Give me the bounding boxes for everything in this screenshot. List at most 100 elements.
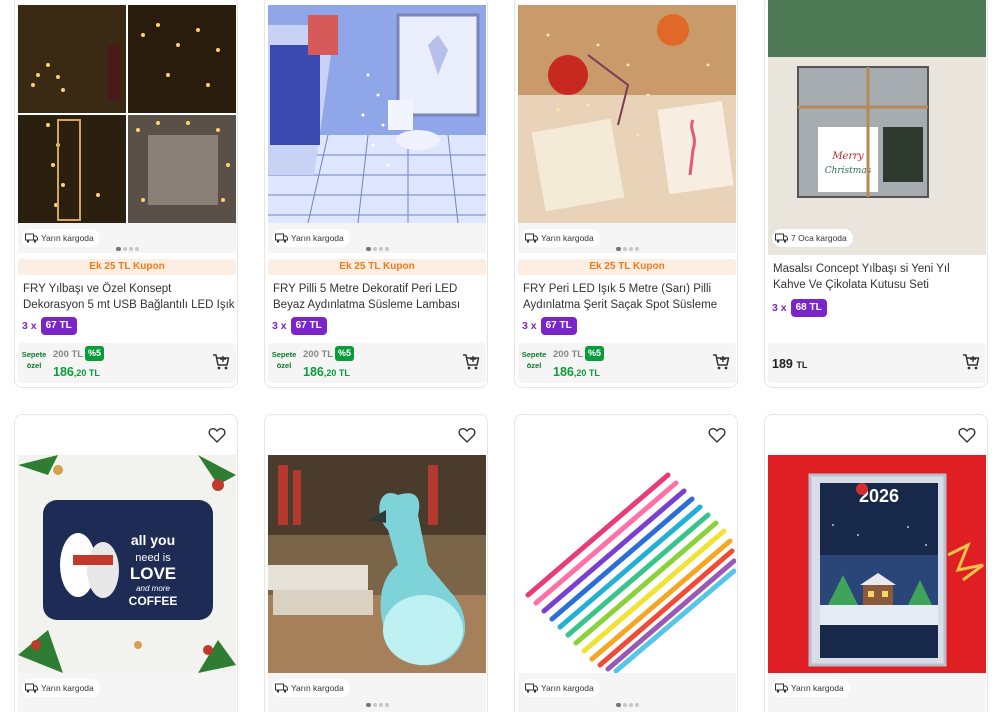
product-image[interactable] <box>518 5 736 223</box>
favorite-heart-icon[interactable] <box>707 425 727 445</box>
image-carousel-dots[interactable] <box>518 247 736 253</box>
installment-info: 3 x 67 TL <box>272 317 327 335</box>
cargo-strip: Yarın kargoda <box>268 223 486 253</box>
old-price: 200 TL <box>53 349 84 360</box>
old-price: 200 TL <box>303 349 334 360</box>
cargo-badge: 7 Oca kargoda <box>772 229 853 247</box>
image-carousel-dots[interactable] <box>268 247 486 253</box>
product-card[interactable]: Merry Christmas 7 Oca kargoda Masalsı Co… <box>764 0 988 388</box>
cargo-badge: Yarın kargoda <box>772 679 850 697</box>
image-carousel-dots[interactable] <box>268 703 486 709</box>
installment-prefix: 3 x <box>22 320 37 332</box>
product-title[interactable]: FRY Pilli 5 Metre Dekoratif Peri LED Bey… <box>273 281 485 313</box>
add-to-cart-icon[interactable] <box>962 353 980 371</box>
product-image[interactable]: all you need is LOVE and more COFFEE <box>18 455 236 673</box>
product-grid: Yarın kargoda Ek 25 TL Kupon FRY Yılbaşı… <box>0 0 1007 712</box>
product-title[interactable]: FRY Peri LED Işık 5 Metre (Sarı) Pilli A… <box>523 281 735 313</box>
cargo-text: Yarın kargoda <box>791 683 844 693</box>
svg-text:LOVE: LOVE <box>130 564 176 583</box>
favorite-heart-icon[interactable] <box>207 425 227 445</box>
product-card[interactable]: Yarın kargoda <box>514 414 738 712</box>
cargo-strip: Yarın kargoda <box>768 673 986 712</box>
installment-amount: 68 TL <box>790 299 827 317</box>
truck-icon <box>25 683 38 693</box>
product-image[interactable] <box>268 5 486 223</box>
cargo-strip: 7 Oca kargoda <box>768 223 986 253</box>
truck-icon <box>775 233 788 243</box>
product-image[interactable]: 2026 <box>768 455 986 673</box>
new-price: 186,20 TL <box>53 365 100 379</box>
truck-icon <box>525 683 538 693</box>
cargo-strip: Yarın kargoda <box>18 673 236 712</box>
product-card[interactable]: all you need is LOVE and more COFFEE Yar… <box>14 414 238 712</box>
discount-badge: %5 <box>335 346 355 361</box>
cargo-badge: Yarın kargoda <box>272 679 350 697</box>
product-title[interactable]: FRY Yılbaşı ve Özel Konsept Dekorasyon 5… <box>23 281 235 313</box>
cargo-badge: Yarın kargoda <box>22 679 100 697</box>
svg-text:Christmas: Christmas <box>825 166 872 176</box>
price-row: Sepete özel 200 TL %5 186,20 TL <box>518 343 736 383</box>
truck-icon <box>525 233 538 243</box>
cargo-badge: Yarın kargoda <box>272 229 350 247</box>
add-to-cart-icon[interactable] <box>212 353 230 371</box>
favorite-heart-icon[interactable] <box>957 425 977 445</box>
installment-amount: 67 TL <box>290 317 327 335</box>
truck-icon <box>275 233 288 243</box>
cargo-text: 7 Oca kargoda <box>791 233 847 243</box>
old-price: 200 TL <box>553 349 584 360</box>
product-image[interactable] <box>18 5 236 223</box>
cargo-badge: Yarın kargoda <box>522 229 600 247</box>
product-title[interactable]: Masalsı Concept Yılbaşı si Yeni Yıl Kahv… <box>773 261 985 293</box>
price-row: Sepete özel 200 TL %5 186,20 TL <box>18 343 236 383</box>
product-card[interactable]: 2026 Yarın kargoda <box>764 414 988 712</box>
cargo-badge: Yarın kargoda <box>22 229 100 247</box>
price: 189 TL <box>772 357 808 371</box>
new-price: 186,20 TL <box>303 365 350 379</box>
cargo-strip: Yarın kargoda <box>518 673 736 712</box>
truck-icon <box>25 233 38 243</box>
installment-amount: 67 TL <box>40 317 77 335</box>
product-card[interactable]: Yarın kargoda Ek 25 TL Kupon FRY Peri LE… <box>514 0 738 388</box>
cargo-text: Yarın kargoda <box>291 683 344 693</box>
cargo-strip: Yarın kargoda <box>18 223 236 253</box>
cargo-text: Yarın kargoda <box>541 233 594 243</box>
cargo-text: Yarın kargoda <box>41 233 94 243</box>
installment-info: 3 x 67 TL <box>22 317 77 335</box>
svg-text:Merry: Merry <box>831 151 864 162</box>
image-carousel-dots[interactable] <box>518 703 736 709</box>
installment-info: 3 x 68 TL <box>772 299 827 317</box>
installment-info: 3 x 67 TL <box>522 317 577 335</box>
truck-icon <box>775 683 788 693</box>
basket-special-label: Sepete özel <box>271 350 297 370</box>
product-image[interactable] <box>268 455 486 673</box>
basket-special-label: Sepete özel <box>21 350 47 370</box>
price-row: 189 TL <box>768 343 986 383</box>
cargo-text: Yarın kargoda <box>541 683 594 693</box>
product-image[interactable] <box>518 455 736 673</box>
installment-prefix: 3 x <box>272 320 287 332</box>
product-card[interactable]: Yarın kargoda Ek 25 TL Kupon FRY Yılbaşı… <box>14 0 238 388</box>
installment-amount: 67 TL <box>540 317 577 335</box>
truck-icon <box>275 683 288 693</box>
add-to-cart-icon[interactable] <box>462 353 480 371</box>
svg-text:need is: need is <box>135 552 171 564</box>
svg-text:all you: all you <box>131 532 175 548</box>
installment-prefix: 3 x <box>772 302 787 314</box>
image-carousel-dots[interactable] <box>18 247 236 253</box>
cargo-badge: Yarın kargoda <box>522 679 600 697</box>
cargo-text: Yarın kargoda <box>41 683 94 693</box>
discount-badge: %5 <box>585 346 605 361</box>
coupon-badge: Ek 25 TL Kupon <box>268 259 486 275</box>
product-card[interactable]: Yarın kargoda <box>264 414 488 712</box>
cargo-strip: Yarın kargoda <box>268 673 486 712</box>
coupon-badge: Ek 25 TL Kupon <box>518 259 736 275</box>
product-image[interactable]: Merry Christmas <box>768 0 986 255</box>
svg-text:COFFEE: COFFEE <box>129 594 178 608</box>
favorite-heart-icon[interactable] <box>457 425 477 445</box>
cargo-text: Yarın kargoda <box>291 233 344 243</box>
cargo-strip: Yarın kargoda <box>518 223 736 253</box>
add-to-cart-icon[interactable] <box>712 353 730 371</box>
new-price: 186,20 TL <box>553 365 600 379</box>
discount-badge: %5 <box>85 346 105 361</box>
product-card[interactable]: Yarın kargoda Ek 25 TL Kupon FRY Pilli 5… <box>264 0 488 388</box>
